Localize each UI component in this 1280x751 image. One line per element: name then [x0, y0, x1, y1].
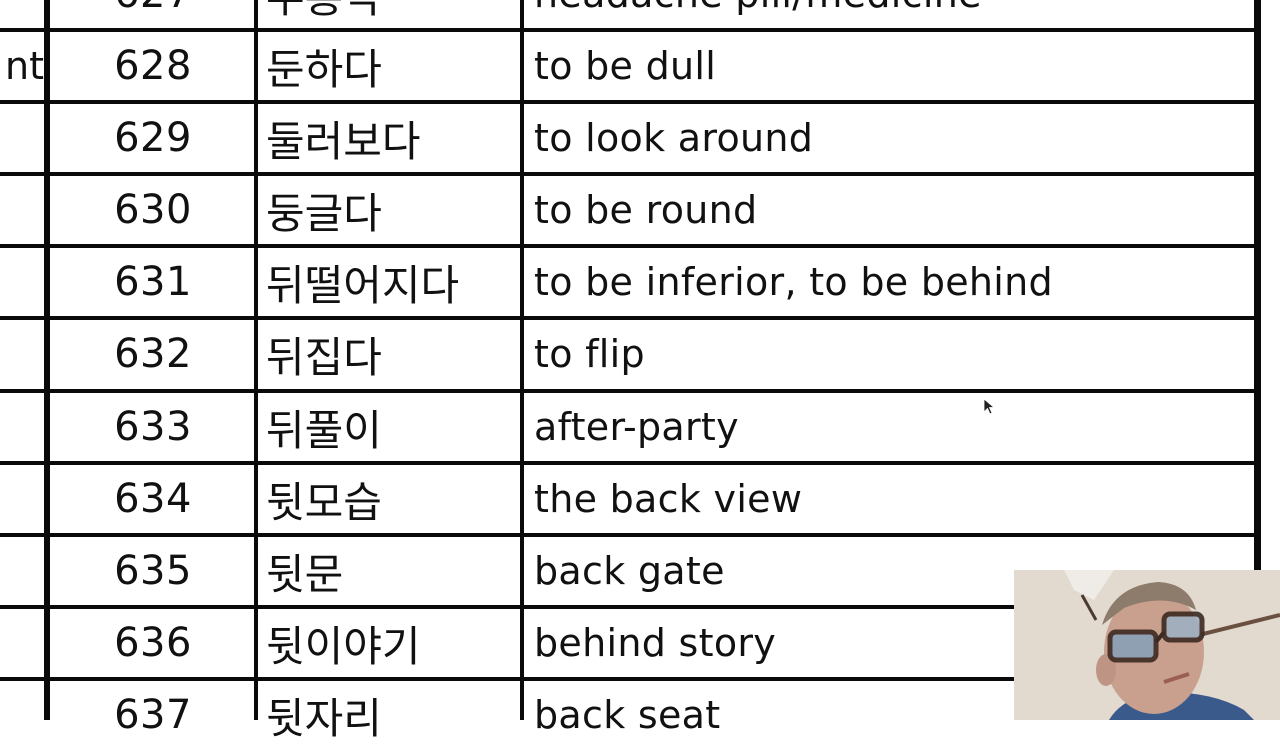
- korean-word: 뒤풀이: [266, 405, 382, 455]
- grid-line: [0, 316, 1258, 320]
- row-number: 635: [114, 548, 192, 594]
- row-number: 629: [114, 115, 192, 161]
- table-row: nt 628 둔하다 to be dull: [0, 30, 1256, 102]
- row-number: 632: [114, 331, 192, 377]
- english-meaning: after-party: [534, 405, 739, 449]
- korean-word: 둥글다: [266, 188, 382, 238]
- row-number: 627: [50, 0, 256, 30]
- grid-line: [0, 244, 1258, 248]
- table-row: 629 둘러보다 to look around: [0, 102, 1256, 174]
- grid-line: [0, 389, 1258, 393]
- grid-line: [520, 0, 524, 720]
- row-number: 634: [114, 476, 192, 522]
- table-row: 631 뒤떨어지다 to be inferior, to be behind: [0, 246, 1256, 318]
- table-row: 633 뒤풀이 after-party: [0, 391, 1256, 463]
- korean-word: 뒷이야기: [266, 621, 421, 671]
- korean-word: 둘러보다: [266, 116, 421, 166]
- grid-line: [0, 28, 1258, 32]
- english-meaning: to be inferior, to be behind: [534, 260, 1053, 304]
- table-row: 630 둥글다 to be round: [0, 174, 1256, 246]
- mouse-pointer-icon: [983, 398, 996, 415]
- grid-line: [0, 100, 1258, 104]
- korean-word: 뒤떨어지다: [266, 260, 460, 310]
- table-row: 634 뒷모습 the back view: [0, 463, 1256, 535]
- grid-line: [44, 0, 50, 720]
- row-number: 631: [114, 259, 192, 305]
- grid-line: [254, 0, 258, 720]
- english-meaning: to flip: [534, 332, 645, 376]
- row-number: 633: [114, 404, 192, 450]
- english-meaning: the back view: [534, 477, 803, 521]
- grid-line: [0, 172, 1258, 176]
- row-number: 636: [114, 620, 192, 666]
- english-meaning: headache pill/medicine: [528, 0, 1260, 30]
- row-number: 630: [114, 187, 192, 233]
- korean-word: 뒷모습: [266, 477, 382, 527]
- english-meaning: to be dull: [534, 44, 717, 88]
- table-row: 632 뒤집다 to flip: [0, 318, 1256, 390]
- previous-column-fragment: nt: [5, 44, 44, 88]
- row-number: 628: [114, 43, 192, 89]
- presenter-video: [1014, 570, 1280, 720]
- webcam-overlay: [1014, 570, 1280, 720]
- korean-word: 뒷문: [266, 549, 344, 599]
- korean-word: 뒷자리: [266, 693, 382, 743]
- grid-line: [0, 461, 1258, 465]
- korean-word: 둔하다: [266, 44, 382, 94]
- korean-word: 두통약: [262, 0, 526, 30]
- table-row: 627 두통약 headache pill/medicine: [0, 0, 1256, 30]
- english-meaning: to be round: [534, 188, 758, 232]
- english-meaning: to look around: [534, 116, 814, 160]
- korean-word: 뒤집다: [266, 332, 382, 382]
- row-number: 637: [114, 692, 192, 738]
- grid-line: [0, 533, 1258, 537]
